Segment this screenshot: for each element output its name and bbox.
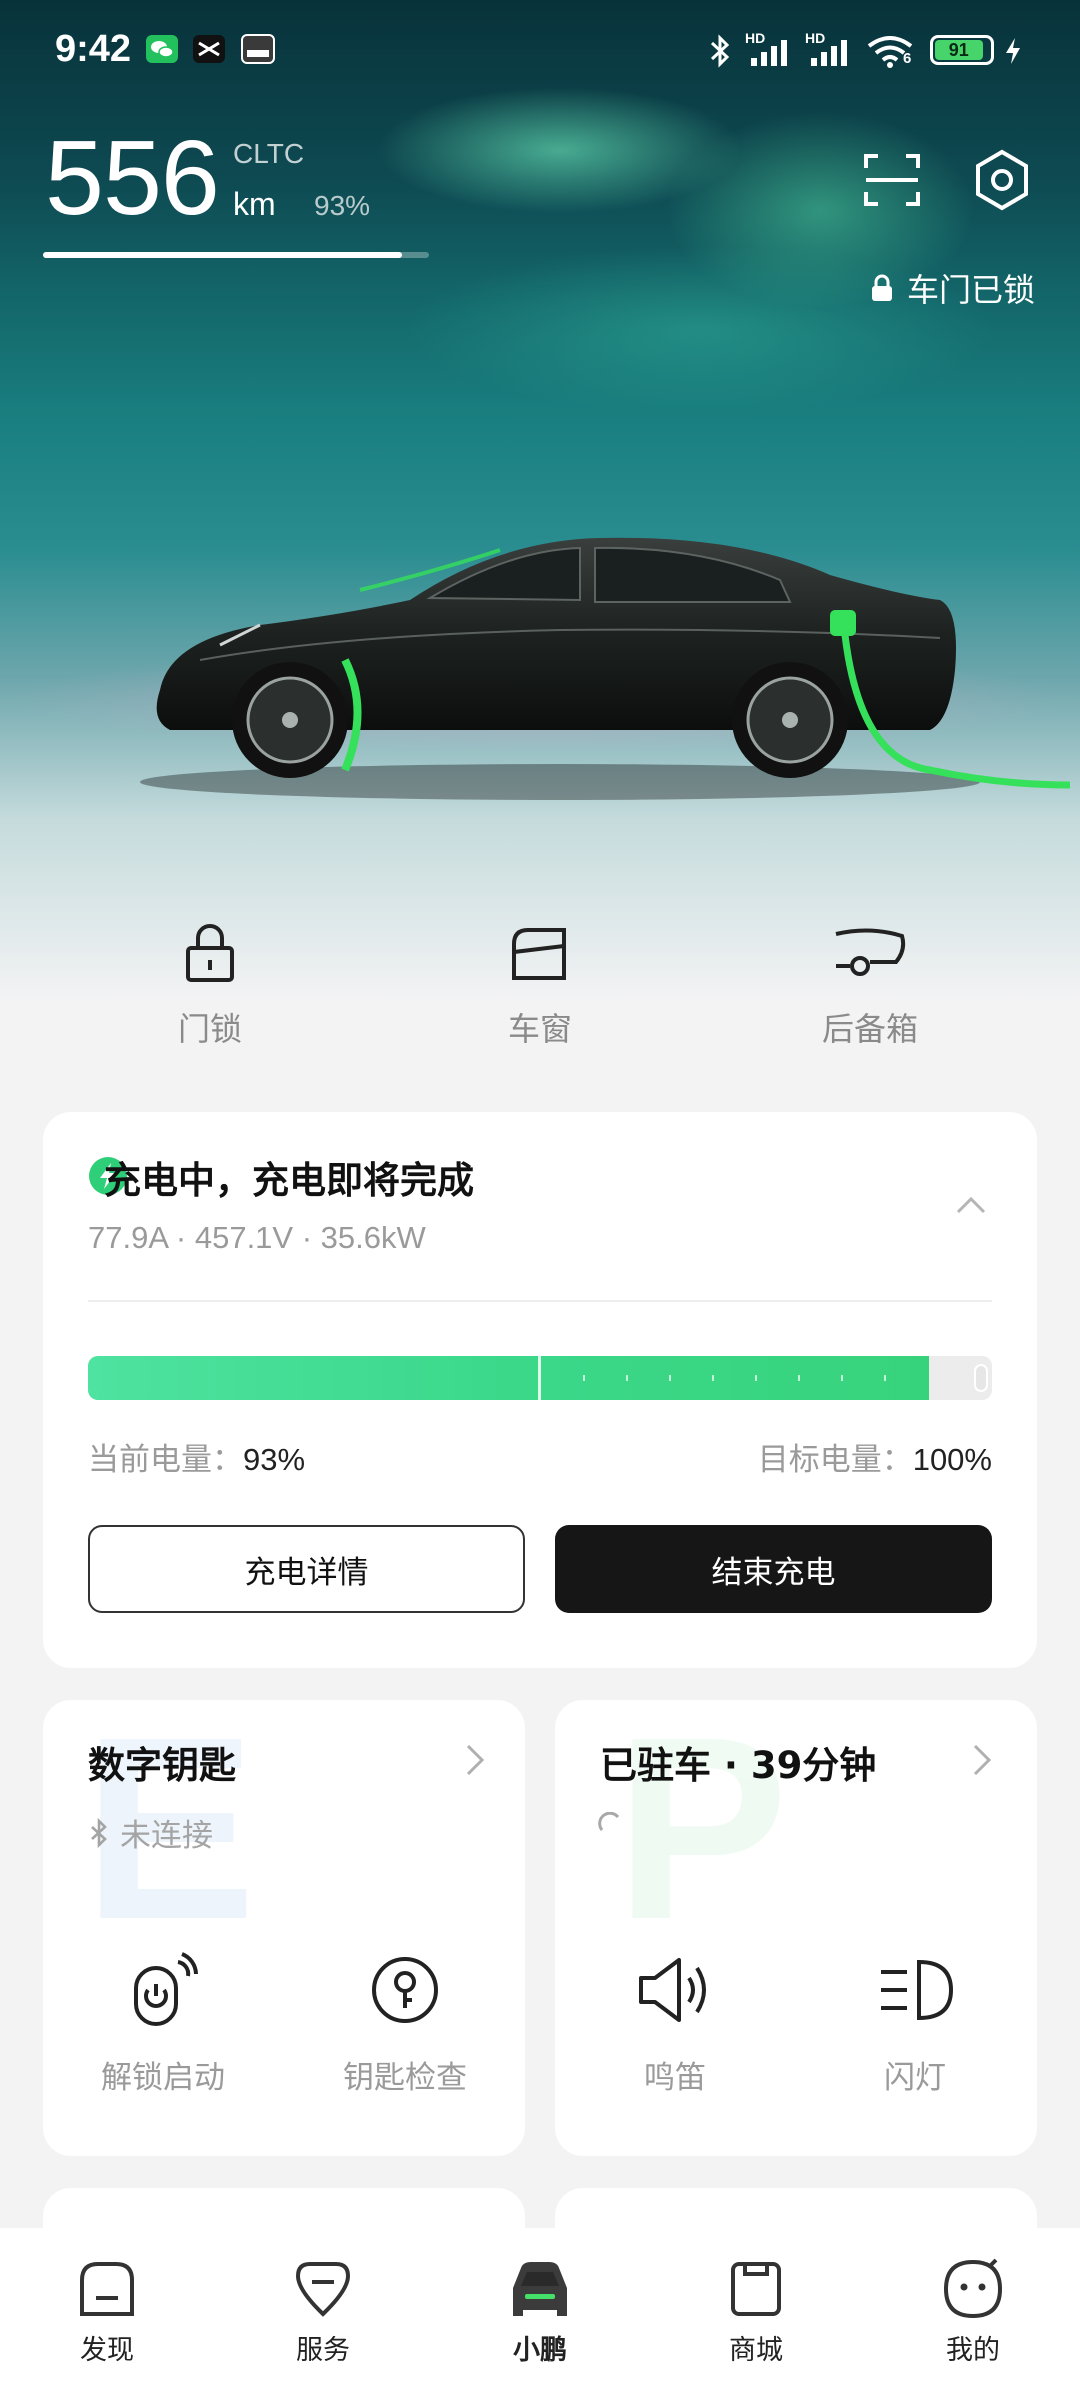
quick-controls: 门锁 车窗 后备箱 (0, 920, 1080, 1070)
nav-discover[interactable]: 发现 (32, 2258, 182, 2367)
horn-icon (639, 1958, 706, 2022)
wechat-icon (146, 35, 178, 63)
shop-icon (731, 2262, 781, 2316)
battery-indicator: 91 (930, 35, 994, 65)
key-check-action[interactable]: 钥匙检查 (305, 1952, 505, 2097)
lock-small-icon (871, 274, 892, 301)
target-soc-value: 100% (912, 1442, 992, 1477)
nav-xpeng[interactable]: 小鹏 (465, 2258, 615, 2367)
range-standard: CLTC (233, 138, 305, 169)
status-time: 9:42 (55, 28, 132, 70)
app-notification-icon (241, 34, 275, 64)
car-icon (513, 2262, 567, 2316)
charge-progress-fill (88, 1356, 929, 1400)
progress-tick (669, 1375, 671, 1381)
chevron-up-icon[interactable] (955, 1195, 987, 1215)
nav-discover-label: 发现 (80, 2335, 134, 2366)
progress-tick (755, 1375, 757, 1381)
progress-tick (626, 1375, 628, 1381)
charging-title: 充电中，充电即将完成 (104, 1159, 474, 1202)
digital-key-title: 数字钥匙 (88, 1744, 236, 1787)
profile-icon (943, 2258, 1003, 2319)
wifi-version: 6 (903, 50, 912, 67)
scan-icon[interactable] (860, 148, 924, 212)
unlock-start-label: 解锁启动 (101, 2060, 225, 2096)
range-value: 556 (45, 119, 220, 237)
signal-hd-label: HD (805, 30, 826, 46)
charging-bolt-icon (1006, 38, 1020, 64)
charging-divider (88, 1300, 992, 1302)
chevron-right-icon[interactable] (460, 1740, 490, 1780)
key-check-label: 钥匙检查 (343, 2060, 467, 2096)
quick-trunk-label: 后备箱 (821, 1010, 918, 1048)
chevron-right-icon[interactable] (967, 1740, 997, 1780)
battery-level: 91 (935, 40, 983, 60)
nav-service-label: 服务 (296, 2335, 350, 2366)
unlock-start-action[interactable]: 解锁启动 (63, 1952, 263, 2097)
progress-tick (583, 1375, 585, 1381)
key-check-icon (372, 1957, 438, 2023)
current-soc: 当前电量：93% (88, 1434, 305, 1479)
nav-shop[interactable]: 商城 (681, 2258, 831, 2367)
charge-progress-bar[interactable] (88, 1356, 992, 1400)
charging-metrics: 77.9A · 457.1V · 35.6kW (88, 1220, 426, 1255)
discover-icon (80, 2262, 134, 2316)
stop-charging-button[interactable]: 结束充电 (555, 1525, 992, 1613)
power-unlock-icon (134, 1952, 198, 2026)
service-icon (295, 2262, 351, 2317)
progress-tick (841, 1375, 843, 1381)
quick-door-lock-label: 门锁 (177, 1010, 242, 1048)
settings-icon[interactable] (970, 148, 1034, 212)
progress-tick (798, 1375, 800, 1381)
bluetooth-icon (710, 34, 730, 68)
nav-service[interactable]: 服务 (248, 2258, 398, 2367)
parking-title: 已驻车 · 39分钟 (600, 1744, 877, 1787)
progress-tick (712, 1375, 714, 1381)
loading-spinner-icon (598, 1812, 620, 1831)
range-unit: km (233, 186, 276, 222)
door-lock-status: 车门已锁 (869, 265, 1035, 311)
car-image (140, 537, 1070, 800)
door-status-text: 车门已锁 (906, 271, 1035, 309)
quick-car-window[interactable]: 车窗 (440, 920, 640, 1050)
car-window-icon (512, 928, 566, 980)
horn-label: 鸣笛 (644, 2060, 706, 2096)
flash-lights-action[interactable]: 闪灯 (815, 1952, 1015, 2097)
nav-profile-label: 我的 (946, 2335, 1000, 2366)
target-soc-label: 目标电量： (757, 1442, 913, 1478)
horn-action[interactable]: 鸣笛 (575, 1952, 775, 2097)
bluetooth-icon (91, 1817, 107, 1848)
headlight-icon (881, 1959, 954, 2021)
charge-details-button[interactable]: 充电详情 (88, 1525, 525, 1613)
flash-lights-label: 闪灯 (884, 2060, 946, 2096)
nav-shop-label: 商城 (729, 2335, 783, 2366)
nav-profile[interactable]: 我的 (898, 2258, 1048, 2367)
charge-progress-marker (538, 1356, 541, 1400)
progress-tick (884, 1375, 886, 1381)
vehicle-hero: 9:42 HD HD 6 91 556 CLTC km 93% 车门已锁 (0, 0, 1080, 1000)
trunk-icon (835, 928, 906, 976)
bottom-navigation: 发现 服务 小鹏 商城 我的 (0, 2228, 1080, 2400)
range-bar-fill (43, 252, 402, 258)
target-slider-handle[interactable] (974, 1364, 988, 1392)
status-bar: 9:42 HD HD 6 91 (0, 0, 1080, 100)
target-soc: 目标电量：100% (758, 1434, 992, 1479)
current-soc-value: 93% (243, 1442, 306, 1477)
range-bar (43, 252, 429, 258)
current-soc-label: 当前电量： (88, 1442, 243, 1478)
nav-xpeng-label: 小鹏 (513, 2335, 567, 2366)
key-connection-status: 未连接 (88, 1810, 213, 1855)
quick-door-lock[interactable]: 门锁 (110, 920, 310, 1050)
padlock-icon (186, 924, 234, 982)
quick-trunk[interactable]: 后备箱 (770, 920, 970, 1050)
battery-percent: 93% (314, 190, 371, 221)
xpeng-app-icon (193, 35, 225, 63)
quick-car-window-label: 车窗 (507, 1010, 572, 1048)
key-status-text: 未连接 (120, 1818, 213, 1854)
signal-hd-label: HD (745, 30, 766, 46)
